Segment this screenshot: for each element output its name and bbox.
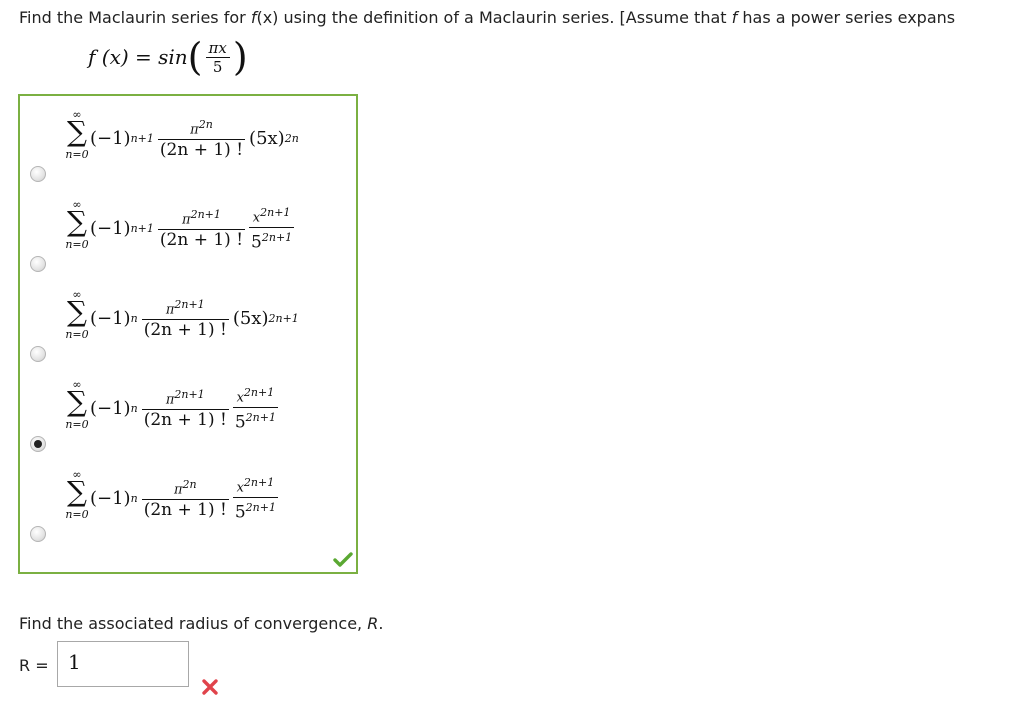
radio-button-option-4-selected[interactable] xyxy=(30,436,46,452)
answer-option-1[interactable]: ∞ ∑ n=0 (−1) n+1 π2n (2n + 1) ! (5x) 2n xyxy=(20,102,356,194)
function-lhs: f (x) = sin xyxy=(88,45,188,69)
answer-option-3[interactable]: ∞ ∑ n=0 (−1) n π2n+1 (2n + 1) ! (5x) 2n+1 xyxy=(20,282,356,374)
answer-option-4[interactable]: ∞ ∑ n=0 (−1) n π2n+1 (2n + 1) ! x2n+1 52n… xyxy=(20,372,356,464)
radius-question-text: Find the associated radius of convergenc… xyxy=(19,614,384,633)
series-term: (−1) n π2n+1 (2n + 1) ! (5x) 2n+1 xyxy=(90,297,299,341)
answer-option-2[interactable]: ∞ ∑ n=0 (−1) n+1 π2n+1 (2n + 1) ! x2n+1 5… xyxy=(20,192,356,284)
function-numerator: πx xyxy=(205,40,230,58)
checkmark-icon xyxy=(333,552,353,567)
radio-button-option-1[interactable] xyxy=(30,166,46,182)
series-term: (−1) n π2n+1 (2n + 1) ! x2n+1 52n+1 xyxy=(90,385,278,433)
question-text: Find the Maclaurin series for f(x) using… xyxy=(19,8,956,27)
radio-button-option-2[interactable] xyxy=(30,256,46,272)
radio-button-option-3[interactable] xyxy=(30,346,46,362)
series-term: (−1) n π2n (2n + 1) ! x2n+1 52n+1 xyxy=(90,475,278,523)
x-mark-icon xyxy=(202,679,218,695)
radius-input[interactable]: 1 xyxy=(57,641,189,687)
answer-options-box: ∞ ∑ n=0 (−1) n+1 π2n (2n + 1) ! (5x) 2n ∞ … xyxy=(18,94,358,574)
series-term: (−1) n+1 π2n+1 (2n + 1) ! x2n+1 52n+1 xyxy=(90,205,295,253)
series-term: (−1) n+1 π2n (2n + 1) ! (5x) 2n xyxy=(90,117,299,161)
radius-label: R = xyxy=(19,656,49,675)
answer-option-5[interactable]: ∞ ∑ n=0 (−1) n π2n (2n + 1) ! x2n+1 52n+1 xyxy=(20,462,356,554)
function-denominator: 5 xyxy=(212,57,223,76)
function-definition: f (x) = sin ( πx 5 ) xyxy=(88,35,248,79)
radio-button-option-5[interactable] xyxy=(30,526,46,542)
